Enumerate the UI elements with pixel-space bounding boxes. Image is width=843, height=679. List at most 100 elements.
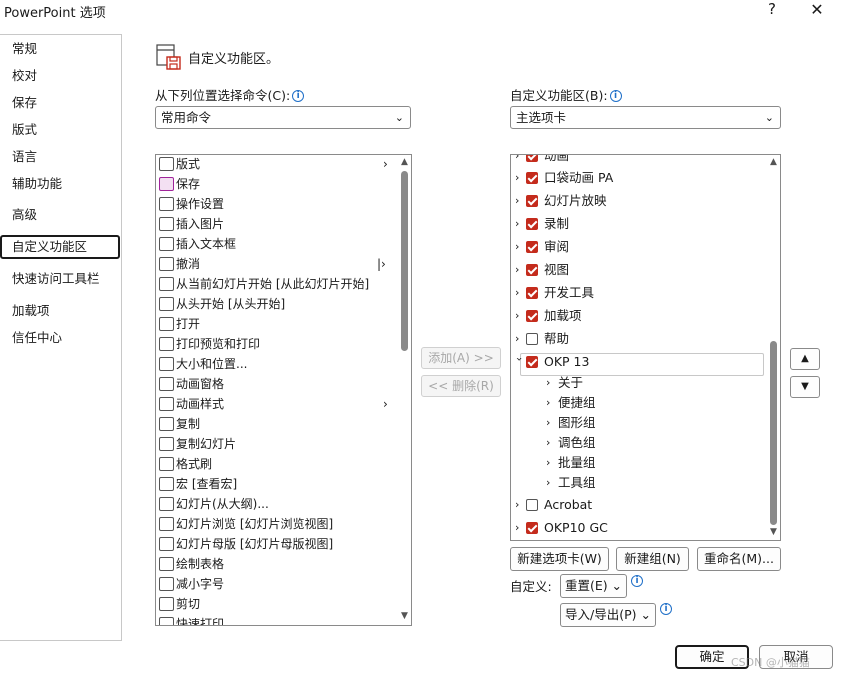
chevron-right-icon[interactable]: › <box>515 213 525 235</box>
command-list-item[interactable]: 绘制表格 <box>157 554 393 574</box>
command-list-item[interactable]: 打印预览和打印 <box>157 334 393 354</box>
command-list-item[interactable]: 撤消 |› <box>157 254 393 274</box>
chevron-right-icon[interactable]: › <box>515 305 525 327</box>
chevron-right-icon[interactable]: › <box>546 473 550 493</box>
scroll-thumb[interactable] <box>770 341 777 525</box>
command-list-item[interactable]: 动画窗格 <box>157 374 393 394</box>
command-list-item[interactable]: 幻灯片母版 [幻灯片母版视图] <box>157 534 393 554</box>
chevron-right-icon[interactable]: › <box>515 494 525 516</box>
new-group-button[interactable]: 新建组(N) <box>616 547 689 571</box>
chevron-right-icon[interactable]: › <box>515 155 525 167</box>
rename-button[interactable]: 重命名(M)... <box>697 547 781 571</box>
command-list-item[interactable]: 剪切 <box>157 594 393 614</box>
remove-button[interactable]: << 删除(R) <box>421 375 501 397</box>
chevron-right-icon[interactable]: › <box>515 259 525 281</box>
scroll-down-icon[interactable]: ▼ <box>400 612 409 621</box>
command-list-item[interactable]: 插入文本框 <box>157 234 393 254</box>
command-list-item[interactable]: 快速打印 <box>157 614 393 625</box>
commands-scrollbar[interactable]: ▲ ▼ <box>398 155 411 625</box>
tree-scrollbar[interactable]: ▲ ▼ <box>767 155 780 540</box>
command-list-item[interactable]: 幻灯片浏览 [幻灯片浏览视图] <box>157 514 393 534</box>
nav-item-layout[interactable]: 版式 <box>0 118 121 142</box>
chevron-right-icon[interactable]: › <box>515 167 525 189</box>
checkbox[interactable] <box>526 310 538 322</box>
scroll-up-icon[interactable]: ▲ <box>400 158 409 167</box>
chevron-right-icon[interactable]: › <box>546 453 550 473</box>
chevron-right-icon[interactable]: › <box>515 328 525 350</box>
close-button[interactable]: ✕ <box>806 0 828 22</box>
checkbox[interactable] <box>526 241 538 253</box>
info-icon[interactable]: i <box>631 575 643 587</box>
chevron-right-icon[interactable]: › <box>515 190 525 212</box>
command-list-item[interactable]: 幻灯片(从大纲)... <box>157 494 393 514</box>
command-label: 插入文本框 <box>176 237 237 251</box>
command-list-item[interactable]: 减小字号 <box>157 574 393 594</box>
new-tab-button[interactable]: 新建选项卡(W) <box>510 547 609 571</box>
help-button[interactable]: ? <box>764 0 780 20</box>
chevron-right-icon[interactable]: › <box>546 433 550 453</box>
import-export-button[interactable]: 导入/导出(P) ⌄ <box>560 603 656 627</box>
layout-icon <box>159 157 174 171</box>
nav-item-accessibility[interactable]: 辅助功能 <box>0 172 121 196</box>
ribbon-scope-combo[interactable]: 主选项卡 ⌄ <box>510 106 781 129</box>
chevron-right-icon[interactable]: › <box>546 413 550 433</box>
command-list-item[interactable]: 宏 [查看宏] <box>157 474 393 494</box>
tree-item-label: Acrobat <box>544 497 593 512</box>
checkbox[interactable] <box>526 172 538 184</box>
scroll-down-icon[interactable]: ▼ <box>769 528 778 537</box>
chevron-right-icon[interactable]: › <box>546 393 550 413</box>
reset-button[interactable]: 重置(E) ⌄ <box>560 574 627 598</box>
commands-source-combo[interactable]: 常用命令 ⌄ <box>155 106 411 129</box>
chevron-right-icon[interactable]: › <box>515 517 525 539</box>
title-bar: PowerPoint 选项 ? ✕ <box>0 0 843 24</box>
checkbox[interactable] <box>526 333 538 345</box>
command-label: 大小和位置... <box>176 357 248 371</box>
command-list-item[interactable]: 从头开始 [从头开始] <box>157 294 393 314</box>
nav-item-general[interactable]: 常规 <box>0 37 121 61</box>
nav-item-save[interactable]: 保存 <box>0 91 121 115</box>
chevron-right-icon[interactable]: › <box>515 282 525 304</box>
command-label: 宏 [查看宏] <box>176 477 238 491</box>
chevron-right-icon[interactable]: › <box>546 373 550 393</box>
triangle-up-icon: ▲ <box>801 353 809 364</box>
info-icon[interactable]: i <box>292 90 305 102</box>
command-list-item[interactable]: 插入图片 <box>157 214 393 234</box>
command-list-item[interactable]: 打开 <box>157 314 393 334</box>
ribbon-tabs-tree[interactable]: › 动画 › 口袋动画 PA › 幻灯片放映 › 录制 › 审阅 › 视图 › 开发工具 › 加载项 › 帮助… <box>510 154 781 541</box>
command-list-item[interactable]: 版式 › <box>157 155 393 174</box>
info-icon[interactable]: i <box>660 603 672 615</box>
ribbon-scope-label: 自定义功能区(B): i <box>510 85 622 104</box>
nav-item-addins[interactable]: 加载项 <box>0 299 121 323</box>
commands-source-label-text: 从下列位置选择命令(C): <box>155 88 291 103</box>
command-list-item[interactable]: 复制 <box>157 414 393 434</box>
checkbox[interactable] <box>526 499 538 511</box>
nav-item-trust-center[interactable]: 信任中心 <box>0 326 121 350</box>
command-list-item[interactable]: 格式刷 <box>157 454 393 474</box>
nav-item-quick-access-toolbar[interactable]: 快速访问工具栏 <box>0 267 121 291</box>
nav-item-proofing[interactable]: 校对 <box>0 64 121 88</box>
chevron-right-icon[interactable]: › <box>515 236 525 258</box>
checkbox[interactable] <box>526 264 538 276</box>
command-list-item[interactable]: 从当前幻灯片开始 [从此幻灯片开始] <box>157 274 393 294</box>
nav-item-customize-ribbon[interactable]: 自定义功能区 <box>0 235 120 259</box>
move-up-button[interactable]: ▲ <box>790 348 820 370</box>
scroll-thumb[interactable] <box>401 171 408 351</box>
command-list-item[interactable]: 保存 <box>157 174 393 194</box>
command-list-item[interactable]: 大小和位置... <box>157 354 393 374</box>
checkbox[interactable] <box>526 522 538 534</box>
move-down-button[interactable]: ▼ <box>790 376 820 398</box>
checkbox[interactable] <box>526 218 538 230</box>
command-list-item[interactable]: 复制幻灯片 <box>157 434 393 454</box>
checkbox[interactable] <box>526 155 538 162</box>
checkbox[interactable] <box>526 287 538 299</box>
commands-list[interactable]: 版式 › 保存 操作设置 插入图片插入文本框撤消 |› 从当前幻灯片开始 [从此幻灯片开始]… <box>155 154 412 626</box>
command-list-item[interactable]: 操作设置 <box>157 194 393 214</box>
add-button[interactable]: 添加(A) >> <box>421 347 501 369</box>
nav-item-advanced[interactable]: 高级 <box>0 203 121 227</box>
scroll-up-icon[interactable]: ▲ <box>769 158 778 167</box>
info-icon[interactable]: i <box>609 90 622 102</box>
command-list-item[interactable]: 动画样式 › <box>157 394 393 414</box>
nav-item-language[interactable]: 语言 <box>0 145 121 169</box>
checkbox[interactable] <box>526 195 538 207</box>
checkbox[interactable] <box>526 356 538 368</box>
